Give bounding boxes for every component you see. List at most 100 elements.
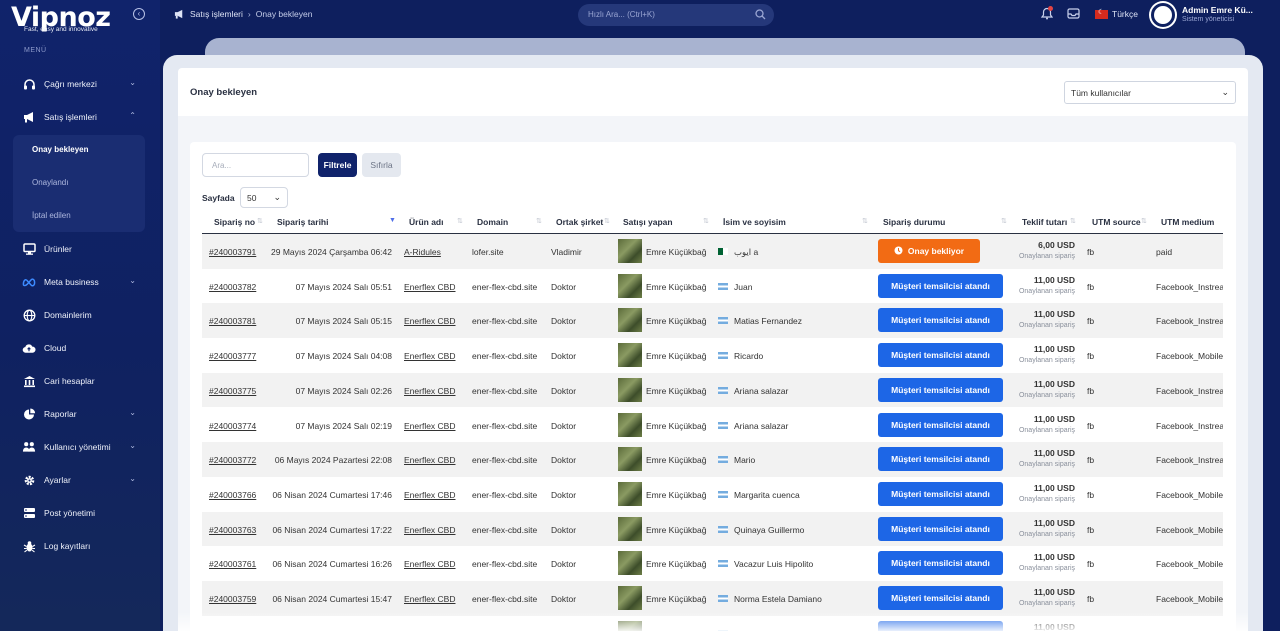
customer-name: Vacazur Luis Hipolito	[734, 559, 814, 570]
sort-desc-icon[interactable]: ▼	[389, 217, 396, 224]
table-row[interactable]: #240003774 07 Mayıs 2024 Salı 02:19 Enerfl…	[202, 408, 1223, 443]
filter-button[interactable]: Filtrele	[318, 153, 357, 177]
sidebar-item-cloud[interactable]: Cloud	[22, 338, 140, 358]
column-utm-source[interactable]: UTM source	[1092, 217, 1141, 227]
quick-search-input[interactable]: Hızlı Ara... (Ctrl+K)	[578, 4, 774, 26]
product-link[interactable]: Enerflex CBD	[404, 525, 456, 535]
order-link[interactable]: #240003759	[209, 594, 256, 604]
sidebar-item-post-management[interactable]: Post yönetimi	[22, 503, 140, 523]
table-row[interactable]: #240003766 06 Nisan 2024 Cumartesi 17:46 E…	[202, 477, 1223, 512]
inbox-icon[interactable]	[1067, 8, 1080, 19]
table-row[interactable]: #240003772 06 Mayıs 2024 Pazartesi 22:08 E…	[202, 442, 1223, 477]
avatar[interactable]	[1151, 3, 1175, 27]
sidebar-item-sales[interactable]: Satış işlemleri ⌃	[22, 107, 140, 127]
sidebar-item-accounts[interactable]: Cari hesaplar	[22, 371, 140, 391]
status-button[interactable]: Müşteri temsilcisi atandı	[878, 516, 1003, 541]
sidebar-item-products[interactable]: Ürünler	[22, 239, 140, 259]
order-link[interactable]: #240003774	[209, 421, 256, 431]
column-utm-medium[interactable]: UTM medium	[1161, 217, 1214, 227]
sidebar-item-domains[interactable]: Domainlerim	[22, 305, 140, 325]
submenu-item-approved[interactable]: Onaylandı	[32, 178, 68, 187]
status-button[interactable]: Müşteri temsilcisi atandı	[878, 586, 1003, 610]
product-link[interactable]: Enerflex CBD	[404, 282, 456, 292]
product-link[interactable]: Enerflex CBD	[404, 386, 456, 396]
table-row[interactable]: #240003761 06 Nisan 2024 Cumartesi 16:26 E…	[202, 546, 1223, 581]
column-order-date[interactable]: Sipariş tarihi	[277, 217, 329, 227]
order-link[interactable]: #240003782	[209, 282, 256, 292]
order-link[interactable]: #240003761	[209, 559, 256, 569]
order-link[interactable]: #240003781	[209, 316, 256, 326]
column-status[interactable]: Sipariş durumu	[883, 217, 945, 227]
table-search-input[interactable]: Ara...	[202, 153, 309, 177]
column-seller[interactable]: Satışı yapan	[623, 217, 673, 227]
order-link[interactable]: #240003791	[209, 247, 256, 257]
table-row[interactable]: #240003791 29 Mayıs 2024 Çarşamba 06:42 A-…	[202, 234, 1223, 269]
reset-button[interactable]: Sıfırla	[362, 153, 401, 177]
product-link[interactable]: Enerflex CBD	[404, 316, 456, 326]
sort-icon[interactable]: ⇅	[257, 217, 263, 225]
status-button[interactable]: Müşteri temsilcisi atandı	[878, 308, 1003, 333]
sidebar-item-reports[interactable]: Raporlar ⌄	[22, 404, 140, 424]
sidebar-item-user-management[interactable]: Kullanıcı yönetimi ⌄	[22, 437, 140, 457]
sort-icon[interactable]: ⇅	[703, 217, 709, 225]
product-link[interactable]: Enerflex CBD	[404, 594, 456, 604]
chevron-down-icon[interactable]: ⌄	[129, 474, 136, 483]
status-button[interactable]: Müşteri temsilcisi atandı	[878, 377, 1003, 402]
sort-icon[interactable]: ⇅	[604, 217, 610, 225]
sort-icon[interactable]: ⇅	[457, 217, 463, 225]
submenu-item-pending[interactable]: Onay bekleyen	[32, 145, 88, 154]
product-link[interactable]: A-Ridules	[404, 247, 441, 257]
product-link[interactable]: Enerflex CBD	[404, 490, 456, 500]
breadcrumb-parent[interactable]: Satış işlemleri	[190, 9, 243, 19]
chevron-up-icon[interactable]: ⌃	[129, 111, 136, 120]
product-link[interactable]: Enerflex CBD	[404, 455, 456, 465]
product-link[interactable]: Enerflex CBD	[404, 421, 456, 431]
sort-icon[interactable]: ⇅	[1001, 217, 1007, 225]
chevron-down-icon[interactable]: ⌄	[129, 441, 136, 450]
sort-icon[interactable]: ⇅	[862, 217, 868, 225]
chevron-down-icon[interactable]: ⌄	[129, 78, 136, 87]
status-button[interactable]: Müşteri temsilcisi atandı	[878, 551, 1003, 576]
collapse-sidebar-icon[interactable]: ‹	[133, 8, 145, 20]
column-order-no[interactable]: Sipariş no	[214, 217, 255, 227]
status-button[interactable]: Onay bekliyor	[878, 239, 980, 263]
product-link[interactable]: Enerflex CBD	[404, 351, 456, 361]
chevron-down-icon[interactable]: ⌄	[129, 408, 136, 417]
sidebar-item-call-center[interactable]: Çağrı merkezi ⌄	[22, 74, 140, 94]
sidebar-item-settings[interactable]: Ayarlar ⌄	[22, 470, 140, 490]
column-partner[interactable]: Ortak şirket	[556, 217, 603, 227]
order-link[interactable]: #240003766	[209, 490, 256, 500]
table-row[interactable]: #240003782 07 Mayıs 2024 Salı 05:51 Enerfl…	[202, 269, 1223, 304]
submenu-item-cancelled[interactable]: İptal edilen	[32, 211, 71, 220]
sort-icon[interactable]: ⇅	[536, 217, 542, 225]
order-link[interactable]: #240003777	[209, 351, 256, 361]
product-link[interactable]: Enerflex CBD	[404, 559, 456, 569]
sidebar-item-meta-business[interactable]: Meta business ⌄	[22, 272, 140, 292]
search-icon[interactable]	[755, 9, 766, 20]
column-amount[interactable]: Teklif tutarı	[1022, 217, 1067, 227]
status-button[interactable]: Müşteri temsilcisi atandı	[878, 343, 1003, 368]
order-link[interactable]: #240003763	[209, 525, 256, 535]
chevron-down-icon[interactable]: ⌄	[129, 276, 136, 285]
status-button[interactable]: Müşteri temsilcisi atandı	[878, 412, 1003, 437]
status-button[interactable]: Müşteri temsilcisi atandı	[878, 481, 1003, 506]
column-customer[interactable]: İsim ve soyisim	[723, 217, 786, 227]
table-row[interactable]: #240003759 06 Nisan 2024 Cumartesi 15:47 E…	[202, 581, 1223, 616]
table-row[interactable]: #240003763 06 Nisan 2024 Cumartesi 17:22 E…	[202, 511, 1223, 547]
sort-icon[interactable]: ⇅	[1141, 217, 1147, 225]
column-product[interactable]: Ürün adı	[409, 217, 443, 227]
sort-icon[interactable]: ⇅	[1070, 217, 1076, 225]
order-link[interactable]: #240003775	[209, 386, 256, 396]
user-name[interactable]: Admin Emre Kü...	[1182, 5, 1253, 15]
status-button[interactable]: Müşteri temsilcisi atandı	[878, 447, 1003, 472]
per-page-select[interactable]: 50 ⌄	[240, 187, 288, 208]
user-filter-select[interactable]: Tüm kullanıcılar ⌄	[1064, 81, 1236, 104]
table-row[interactable]: #240003775 07 Mayıs 2024 Salı 02:26 Enerfl…	[202, 372, 1223, 408]
column-domain[interactable]: Domain	[477, 217, 508, 227]
status-button[interactable]: Müşteri temsilcisi atandı	[878, 273, 1003, 298]
table-row[interactable]: #240003777 07 Mayıs 2024 Salı 04:08 Enerfl…	[202, 338, 1223, 373]
table-row[interactable]: #240003781 07 Mayıs 2024 Salı 05:15 Enerfl…	[202, 303, 1223, 339]
order-link[interactable]: #240003772	[209, 455, 256, 465]
language-selector[interactable]: Türkçe	[1095, 8, 1138, 19]
sidebar-item-logs[interactable]: Log kayıtları	[22, 536, 140, 556]
